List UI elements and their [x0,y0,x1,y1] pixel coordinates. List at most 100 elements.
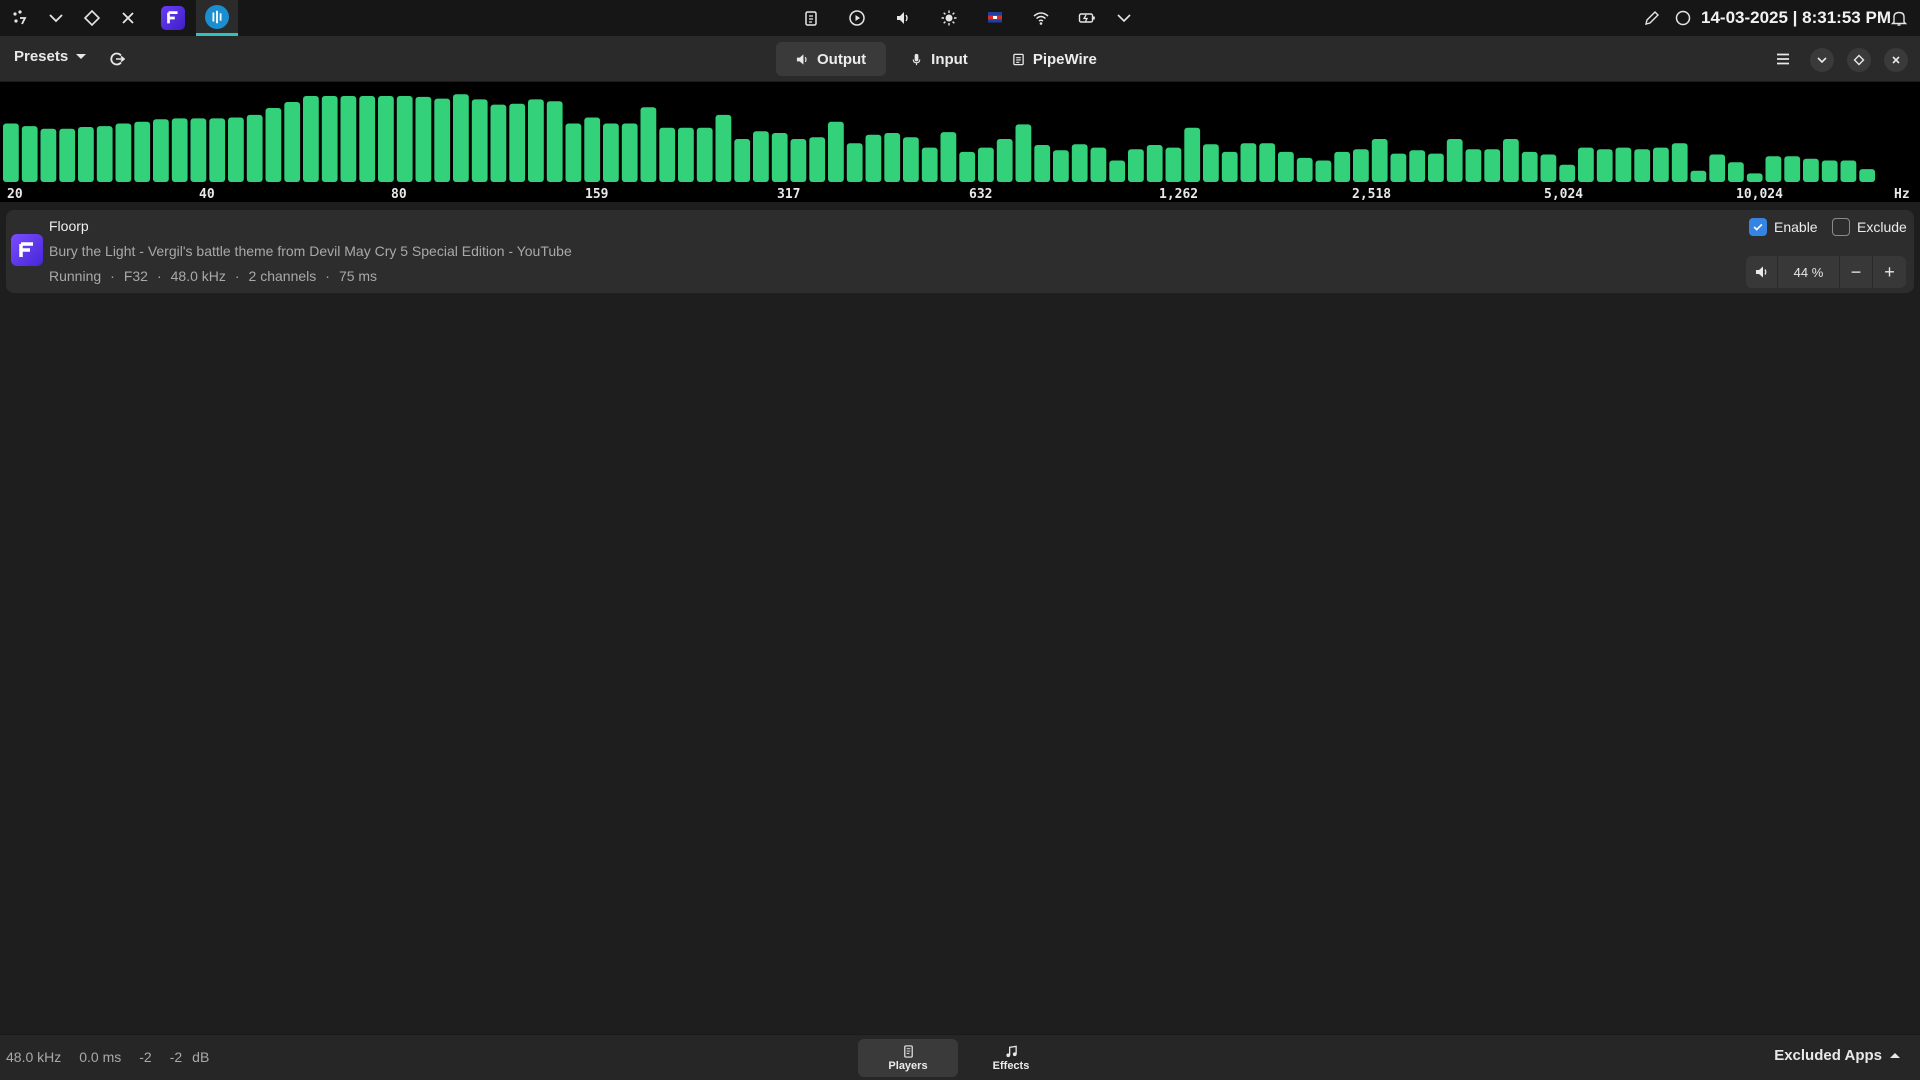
exclude-checkbox[interactable]: Exclude [1832,218,1907,236]
spectrum-bar [1803,158,1819,182]
hamburger-menu-icon [1777,53,1789,65]
excluded-apps-button[interactable]: Excluded Apps [1774,1047,1900,1064]
player-card: Floorp Bury the Light - Vergil's battle … [6,210,1914,293]
spectrum-bar [903,137,919,182]
spectrum-bar [134,121,151,182]
brightness-icon[interactable] [937,6,961,30]
task-easyeffects[interactable] [196,0,238,36]
volume-increase-button[interactable]: + [1873,256,1906,288]
spectrum-bar [940,132,957,182]
spectrum-bar [96,126,113,182]
tab-pipewire-label: PipeWire [1032,50,1097,68]
close-window-button[interactable] [1884,48,1908,72]
task-floorp[interactable] [152,0,194,36]
tray-expand-icon[interactable] [1112,6,1136,30]
circle-status-icon[interactable] [1671,6,1695,30]
spectrum-bar [1090,147,1107,182]
spectrum-bar [1053,150,1069,182]
nav-players[interactable]: Players [858,1039,958,1077]
tab-pipewire[interactable]: PipeWire [992,42,1117,76]
freq-label: 1,262 [1159,187,1199,202]
spectrum-bar [696,127,713,182]
nav-effects[interactable]: Effects [961,1039,1061,1077]
spectrum-bar [303,96,319,182]
stat-rate: 48.0 kHz [6,1049,62,1065]
header-bar: Presets Output Input PipeWire [0,36,1920,82]
spectrum-bar [228,117,244,182]
floorp-icon [11,234,43,266]
spectrum-bar [846,143,863,182]
spectrum-bar [1578,147,1594,182]
spectrum-bar [978,147,994,182]
spectrum-bar [1428,153,1444,182]
maximize-button[interactable] [1847,48,1871,72]
freq-label: 317 [777,187,801,202]
system-taskbar: 14-03-2025 | 8:31:53 PM [0,0,1920,36]
volume-control: 44 % − + [1746,256,1906,288]
spectrum-bar [1165,147,1182,182]
spectrum-bar [753,131,769,182]
spectrum-bar [678,127,694,182]
stream-state: Running [49,268,102,284]
spectrum-bar [1784,156,1801,182]
spectrum-bar [771,133,788,182]
spectrum-bar [40,128,57,182]
spectrum-bar [1709,154,1726,182]
notification-bell-icon[interactable] [1887,6,1911,30]
spectrum-bar [1184,127,1201,182]
checkbox-checked-icon[interactable] [1749,218,1767,236]
close-icon[interactable] [116,6,140,30]
clock[interactable]: 14-03-2025 | 8:31:53 PM [1701,0,1891,36]
floorp-icon [161,6,185,30]
presets-menu-button[interactable]: Presets [14,48,87,65]
separator: · [325,268,330,284]
spectrum-bar [1353,149,1369,182]
spectrum-bar [1728,162,1744,182]
volume-icon[interactable] [891,6,915,30]
stream-rate: 48.0 kHz [170,268,226,284]
media-play-icon[interactable] [845,6,869,30]
checkbox-unchecked-icon[interactable] [1832,218,1850,236]
pipewire-icon [1013,53,1024,65]
tab-input[interactable]: Input [890,42,988,76]
spectrum-bar [959,151,976,182]
spectrum-bar [1034,145,1051,182]
tab-input-label: Input [931,50,968,68]
enable-checkbox[interactable]: Enable [1749,218,1818,236]
launcher-icon[interactable] [8,6,32,30]
spectrum-bar [1503,139,1519,182]
spectrum-bar [1015,124,1032,182]
spectrum-bar [1521,151,1538,182]
clipboard-icon[interactable] [799,6,823,30]
volume-value[interactable]: 44 % [1778,256,1840,288]
spectrum-bar [584,117,601,182]
spectrum-bar [1203,144,1219,182]
chevron-down-icon[interactable] [44,6,68,30]
spectrum-bar [490,104,507,182]
minimize-button[interactable] [1810,48,1834,72]
spectrum-bar [1390,153,1407,182]
wifi-icon[interactable] [1029,6,1053,30]
pen-icon[interactable] [1640,6,1664,30]
stat-left-level: -2 [139,1049,152,1065]
spectrum-bar [209,118,226,182]
spectrum-bar [378,96,394,182]
spectrum-bar [996,139,1013,182]
keyboard-layout-icon[interactable] [983,6,1007,30]
volume-decrease-button[interactable]: − [1840,256,1873,288]
spectrum-analyzer: 20 40 80 159 317 632 1,262 2,518 5,024 1… [0,82,1920,202]
bypass-button[interactable] [105,47,129,71]
main-menu-button[interactable] [1771,47,1795,71]
status-bar: 48.0 kHz 0.0 ms -2 -2 dB Players Effects… [0,1034,1920,1080]
chevron-down-icon [1817,57,1827,64]
tab-output[interactable]: Output [776,42,887,76]
freq-label: 10,024 [1736,187,1783,202]
mute-button[interactable] [1746,256,1778,288]
spectrum-bar [153,119,169,182]
exclude-label: Exclude [1857,219,1907,235]
diamond-icon[interactable] [80,6,104,30]
stream-format: F32 [123,268,148,284]
player-media-title: Bury the Light - Vergil's battle theme f… [49,243,572,259]
spectrum-bar [115,123,132,182]
battery-icon[interactable] [1075,6,1099,30]
